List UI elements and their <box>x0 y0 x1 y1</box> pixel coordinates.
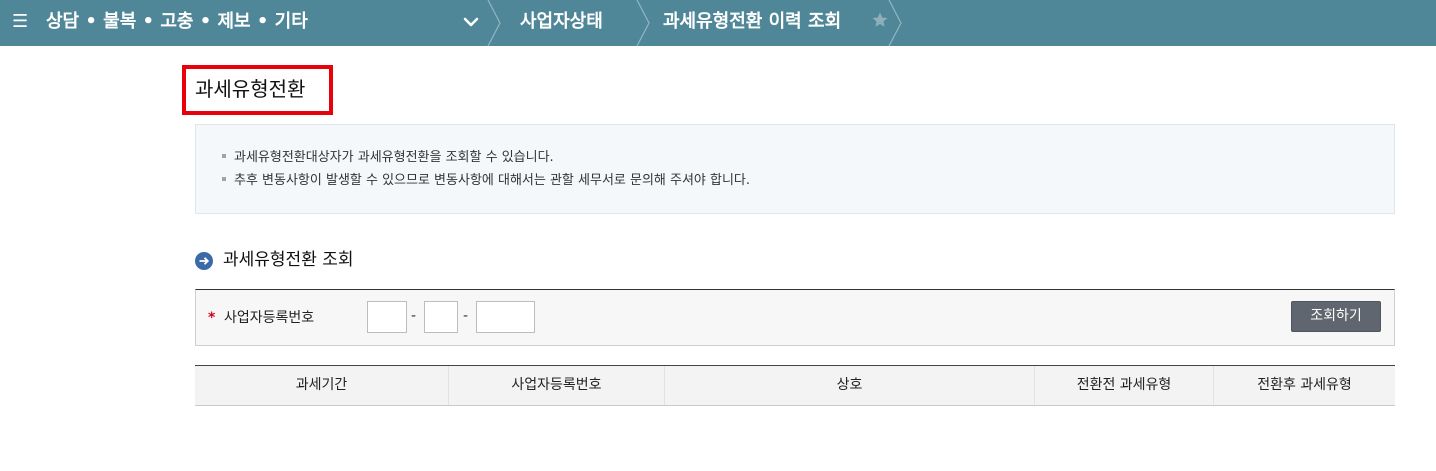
hamburger-menu-icon[interactable]: ☰ <box>12 11 28 33</box>
info-notice-box: 과세유형전환대상자가 과세유형전환을 조회할 수 있습니다. 추후 변동사항이 … <box>195 124 1395 214</box>
breadcrumb-separator-icon <box>888 0 902 46</box>
chevron-down-icon[interactable] <box>462 12 480 32</box>
column-header-business-number: 사업자등록번호 <box>449 366 665 405</box>
info-text: 과세유형전환대상자가 과세유형전환을 조회할 수 있습니다. <box>234 150 554 165</box>
business-number-part1-input[interactable] <box>367 301 407 333</box>
required-mark: * <box>208 310 216 326</box>
separator-dash: - <box>463 308 469 324</box>
breadcrumb-category[interactable]: 상담 • 불복 • 고충 • 제보 • 기타 <box>46 10 308 34</box>
results-table-header: 과세기간 사업자등록번호 상호 전환전 과세유형 전환후 과세유형 <box>195 365 1395 406</box>
column-header-type-before: 전환전 과세유형 <box>1035 366 1214 405</box>
column-header-trade-name: 상호 <box>665 366 1035 405</box>
business-number-part3-input[interactable] <box>476 301 535 333</box>
breadcrumb-separator-icon <box>487 0 501 46</box>
business-number-part2-input[interactable] <box>424 301 458 333</box>
search-button[interactable]: 조회하기 <box>1291 301 1381 332</box>
breadcrumb-business-status[interactable]: 사업자상태 <box>520 10 603 34</box>
arrow-circle-icon <box>195 252 213 270</box>
column-header-tax-period: 과세기간 <box>195 366 449 405</box>
top-navigation-bar: ☰ 상담 • 불복 • 고충 • 제보 • 기타 사업자상태 과세유형전환 이력… <box>0 0 1436 46</box>
section-title: 과세유형전환 조회 <box>223 250 354 270</box>
column-header-type-after: 전환후 과세유형 <box>1257 377 1352 393</box>
breadcrumb-current-page: 과세유형전환 이력 조회 <box>663 11 842 32</box>
breadcrumb-separator-icon <box>636 0 650 46</box>
separator-dash: - <box>411 308 417 324</box>
bullet-icon <box>222 153 226 158</box>
info-line: 추후 변동사항이 발생할 수 있으므로 변동사항에 대해서는 관할 세무서로 문… <box>222 172 750 190</box>
info-line: 과세유형전환대상자가 과세유형전환을 조회할 수 있습니다. <box>222 149 554 167</box>
business-number-label: 사업자등록번호 <box>224 310 315 326</box>
bullet-icon <box>222 176 226 181</box>
info-text: 추후 변동사항이 발생할 수 있으므로 변동사항에 대해서는 관할 세무서로 문… <box>234 173 751 188</box>
page-title: 과세유형전환 <box>195 77 306 101</box>
search-form: * 사업자등록번호 - - 조회하기 <box>195 289 1395 346</box>
favorite-star-icon[interactable] <box>871 11 889 29</box>
